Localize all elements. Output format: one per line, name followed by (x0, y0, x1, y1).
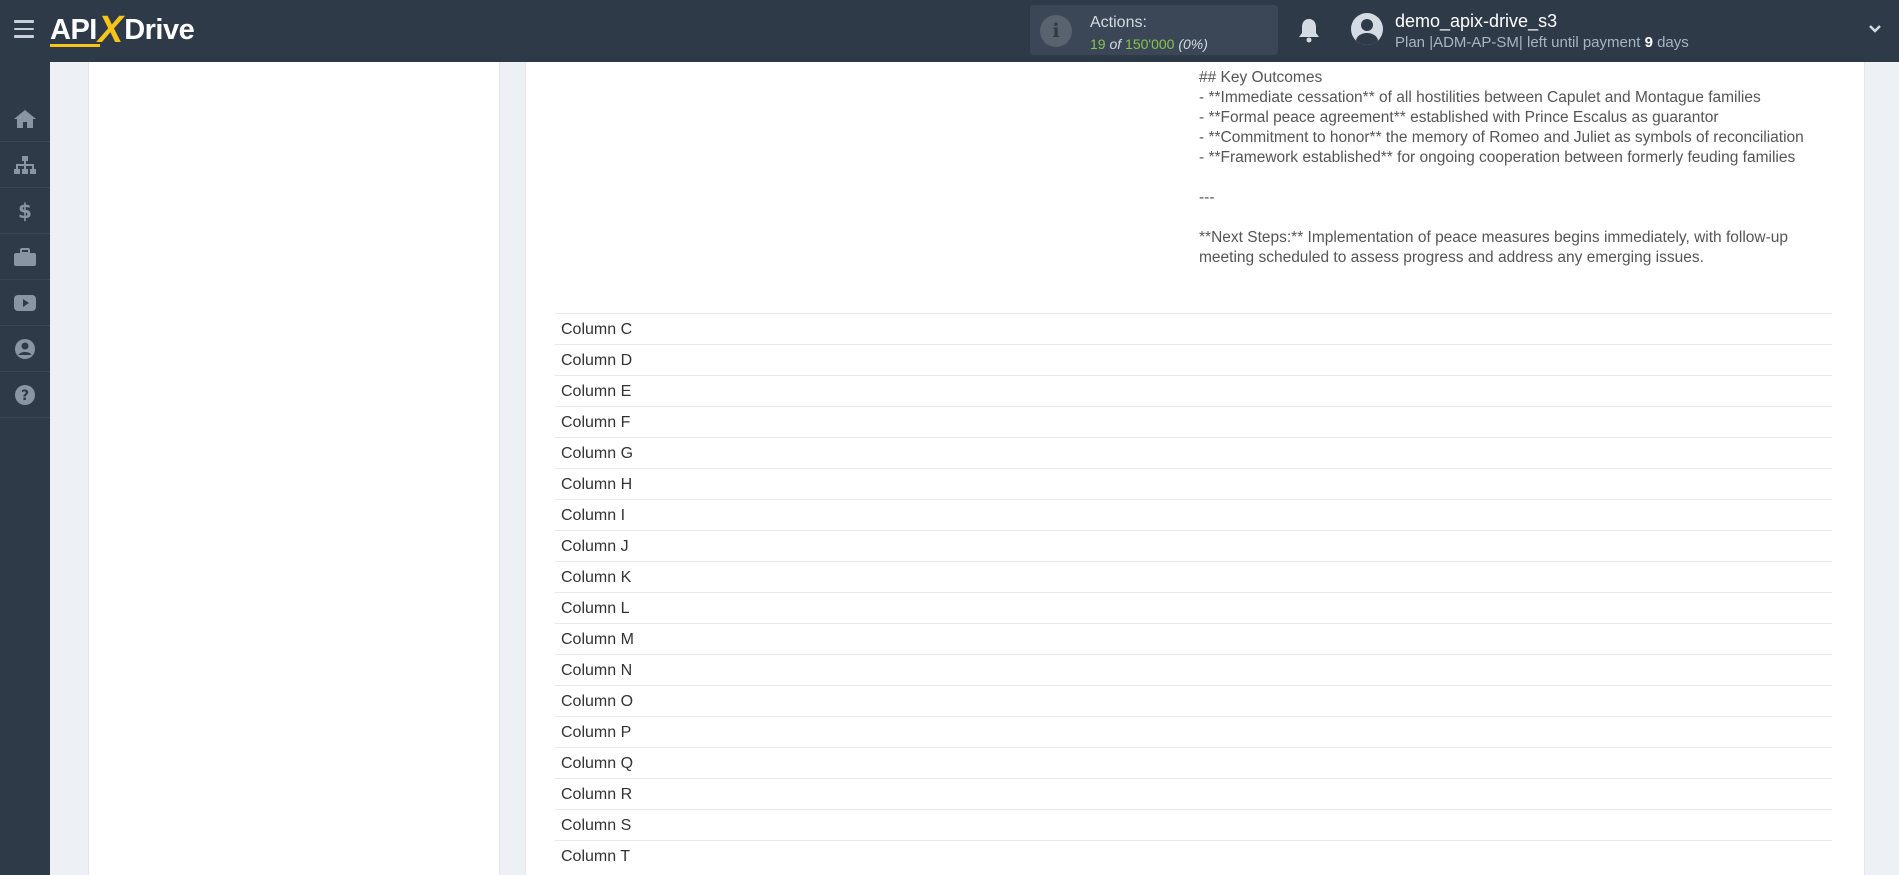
column-row: Column H (555, 468, 1832, 499)
logo[interactable]: API X Drive (50, 9, 195, 51)
columns-list: Column C Column D Column E Column F Colu… (555, 313, 1832, 871)
svg-text:$: $ (18, 200, 32, 222)
video-icon[interactable] (0, 280, 50, 326)
info-icon: i (1040, 15, 1072, 47)
plan-prefix: Plan |ADM-AP-SM| left until payment (1395, 34, 1641, 51)
column-row: Column P (555, 716, 1832, 747)
column-row: Column E (555, 375, 1832, 406)
bell-icon[interactable] (1297, 17, 1321, 43)
column-row: Column T (555, 840, 1832, 871)
separator-text: --- (1199, 189, 1215, 206)
avatar[interactable] (1351, 13, 1383, 45)
briefcase-icon[interactable] (0, 234, 50, 280)
svg-text:?: ? (21, 388, 29, 404)
column-row: Column K (555, 561, 1832, 592)
field-value-text: ## Key Outcomes - **Immediate cessation*… (1199, 68, 1839, 268)
column-row: Column S (555, 809, 1832, 840)
column-row: Column L (555, 592, 1832, 623)
sitemap-icon[interactable] (0, 142, 50, 188)
menu-icon[interactable] (14, 20, 34, 38)
logo-api-text: API (50, 13, 97, 46)
bullet-3: - **Commitment to honor** the memory of … (1199, 129, 1804, 146)
home-icon[interactable] (0, 96, 50, 142)
column-row: Column C (555, 313, 1832, 344)
dollar-icon[interactable]: $ (0, 188, 50, 234)
column-row: Column F (555, 406, 1832, 437)
actions-counter[interactable]: i Actions: 19 of 150'000 (0%) (1030, 5, 1278, 55)
actions-of: of (1109, 36, 1122, 52)
actions-percent: (0%) (1178, 36, 1208, 52)
user-name[interactable]: demo_apix-drive_s3 (1395, 11, 1557, 32)
user-circle-icon[interactable] (0, 326, 50, 372)
bullet-2: - **Formal peace agreement** established… (1199, 109, 1719, 126)
column-row: Column J (555, 530, 1832, 561)
bullet-4: - **Framework established** for ongoing … (1199, 149, 1796, 166)
actions-label: Actions: (1090, 14, 1147, 31)
heading-text: ## Key Outcomes (1199, 69, 1323, 86)
actions-total: 150'000 (1125, 36, 1175, 52)
plan-info: Plan |ADM-AP-SM| left until payment 9 da… (1395, 34, 1689, 51)
top-bar: API X Drive i Actions: 19 of 150'000 (0%… (0, 0, 1899, 62)
actions-used: 19 (1090, 36, 1106, 52)
bullet-1: - **Immediate cessation** of all hostili… (1199, 89, 1761, 106)
next-steps-text: **Next Steps:** Implementation of peace … (1199, 229, 1788, 266)
actions-count: 19 of 150'000 (0%) (1090, 36, 1208, 52)
help-icon[interactable]: ? (0, 372, 50, 418)
chevron-down-icon[interactable] (1868, 22, 1882, 36)
column-row: Column N (555, 654, 1832, 685)
column-row: Column I (555, 499, 1832, 530)
logo-drive-text: Drive (124, 13, 195, 46)
column-row: Column M (555, 623, 1832, 654)
left-panel (88, 62, 500, 875)
column-row: Column O (555, 685, 1832, 716)
column-row: Column Q (555, 747, 1832, 778)
logo-underline (50, 44, 100, 47)
plan-days: 9 (1644, 34, 1653, 51)
column-row: Column R (555, 778, 1832, 809)
column-row: Column G (555, 437, 1832, 468)
sidebar: $ ? (0, 62, 50, 875)
plan-suffix: days (1657, 34, 1689, 51)
column-row: Column D (555, 344, 1832, 375)
logo-x-text: X (97, 9, 124, 51)
